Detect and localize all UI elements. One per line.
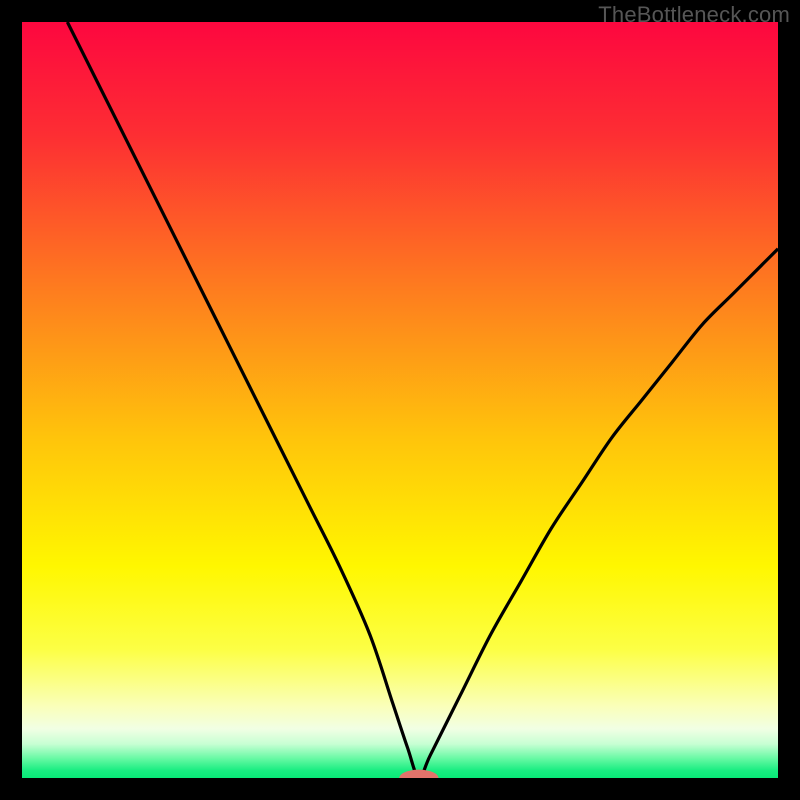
bottleneck-plot <box>22 22 778 778</box>
plot-background <box>22 22 778 778</box>
figure-root: TheBottleneck.com <box>0 0 800 800</box>
